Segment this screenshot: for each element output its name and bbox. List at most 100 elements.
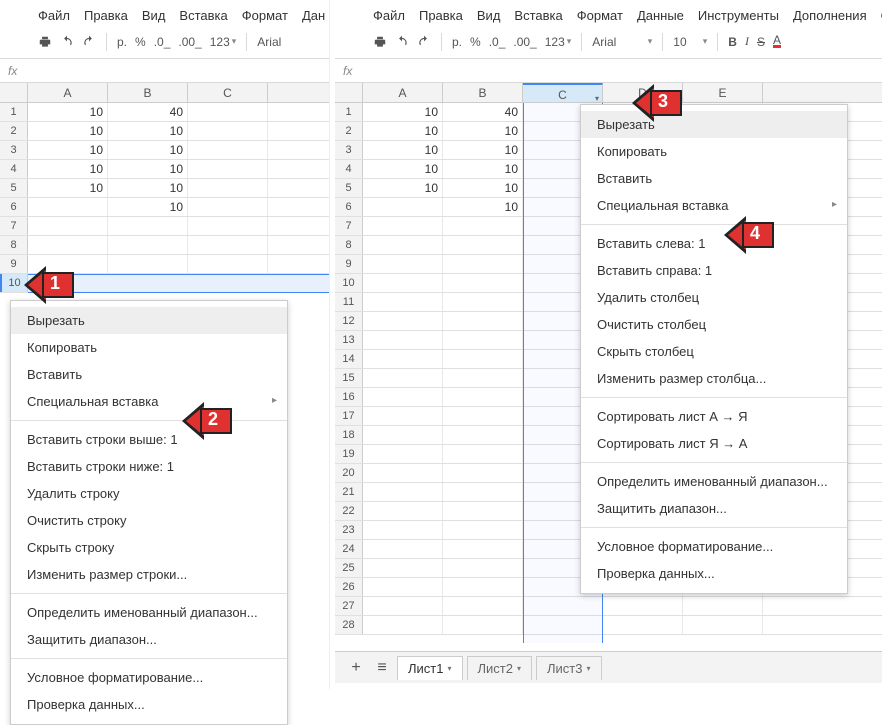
cell[interactable]: 10 (363, 160, 443, 178)
ctx-copy[interactable]: Копировать (11, 334, 287, 361)
row-header-1[interactable]: 1 (335, 103, 363, 121)
ctx-hide-row[interactable]: Скрыть строку (11, 534, 287, 561)
cell[interactable] (188, 217, 268, 235)
ctx-clear-column[interactable]: Очистить столбец (581, 311, 847, 338)
menu-insert[interactable]: Вставка (179, 8, 227, 23)
cell[interactable] (683, 616, 763, 634)
cell[interactable] (443, 350, 523, 368)
row-header-9[interactable]: 9 (335, 255, 363, 273)
row-header-14[interactable]: 14 (335, 350, 363, 368)
cell[interactable] (443, 540, 523, 558)
row-header-22[interactable]: 22 (335, 502, 363, 520)
cell[interactable] (363, 464, 443, 482)
row-header-4[interactable]: 4 (335, 160, 363, 178)
cell[interactable] (28, 236, 108, 254)
cell[interactable] (28, 217, 108, 235)
ctx-conditional-format[interactable]: Условное форматирование... (11, 664, 287, 691)
ctx-insert-rows-below[interactable]: Вставить строки ниже: 1 (11, 453, 287, 480)
cell[interactable] (443, 217, 523, 235)
row-header-26[interactable]: 26 (335, 578, 363, 596)
cell[interactable] (363, 255, 443, 273)
ctx-delete-column[interactable]: Удалить столбец (581, 284, 847, 311)
row-header-5[interactable]: 5 (0, 179, 28, 197)
cell[interactable] (363, 445, 443, 463)
ctx-insert-left[interactable]: Вставить слева: 1 (581, 230, 847, 257)
cell[interactable] (28, 255, 108, 273)
row-header-8[interactable]: 8 (335, 236, 363, 254)
cell[interactable] (188, 141, 268, 159)
row-header-28[interactable]: 28 (335, 616, 363, 634)
cell[interactable]: 10 (443, 198, 523, 216)
row-header-8[interactable]: 8 (0, 236, 28, 254)
cell[interactable]: 10 (28, 141, 108, 159)
cell[interactable] (363, 407, 443, 425)
percent-format[interactable]: % (470, 35, 481, 49)
ctx-conditional-format[interactable]: Условное форматирование... (581, 533, 847, 560)
row-header-23[interactable]: 23 (335, 521, 363, 539)
currency-format[interactable]: р. (452, 35, 462, 49)
row-header-12[interactable]: 12 (335, 312, 363, 330)
cell[interactable] (188, 122, 268, 140)
cell[interactable] (108, 255, 188, 273)
cell[interactable] (363, 274, 443, 292)
menu-edit[interactable]: Правка (419, 8, 463, 23)
menu-tools[interactable]: Инструменты (698, 8, 779, 23)
cell[interactable] (443, 369, 523, 387)
row-header-2[interactable]: 2 (0, 122, 28, 140)
cell[interactable] (363, 521, 443, 539)
cell[interactable] (188, 198, 268, 216)
row-header-21[interactable]: 21 (335, 483, 363, 501)
row-header-13[interactable]: 13 (335, 331, 363, 349)
cell[interactable] (363, 502, 443, 520)
row-header-3[interactable]: 3 (0, 141, 28, 159)
sheet-tab-3[interactable]: Лист3▾ (536, 656, 602, 680)
cell[interactable] (363, 616, 443, 634)
cell[interactable]: 10 (443, 160, 523, 178)
cell[interactable]: 10 (28, 179, 108, 197)
cell[interactable] (443, 274, 523, 292)
cell[interactable] (443, 597, 523, 615)
ctx-named-range[interactable]: Определить именованный диапазон... (581, 468, 847, 495)
all-sheets-button[interactable]: ≡ (371, 659, 393, 677)
cell[interactable]: 10 (363, 103, 443, 121)
row-header-7[interactable]: 7 (335, 217, 363, 235)
tab-dropdown-icon[interactable]: ▾ (586, 664, 590, 673)
cell[interactable] (28, 274, 108, 292)
cell[interactable] (443, 426, 523, 444)
ctx-cut[interactable]: Вырезать (581, 111, 847, 138)
col-header-d[interactable]: D (603, 83, 683, 102)
menu-view[interactable]: Вид (142, 8, 166, 23)
cell[interactable] (363, 331, 443, 349)
cell[interactable] (363, 540, 443, 558)
print-icon[interactable] (38, 35, 52, 49)
cell[interactable]: 10 (108, 160, 188, 178)
cell[interactable] (188, 255, 268, 273)
ctx-paste-special[interactable]: Специальная вставка▸ (11, 388, 287, 415)
cell[interactable] (443, 255, 523, 273)
text-color-button[interactable]: A (773, 35, 781, 48)
cell[interactable]: 10 (443, 122, 523, 140)
font-select[interactable]: Arial▾ (592, 35, 652, 49)
row-header-20[interactable]: 20 (335, 464, 363, 482)
formula-bar[interactable]: fx (335, 59, 882, 83)
col-header-a[interactable]: A (28, 83, 108, 102)
cell[interactable] (443, 483, 523, 501)
cell[interactable] (363, 198, 443, 216)
cell[interactable] (363, 312, 443, 330)
col-header-a[interactable]: A (363, 83, 443, 102)
cell[interactable] (363, 483, 443, 501)
cell[interactable] (363, 350, 443, 368)
cell[interactable] (188, 160, 268, 178)
cell[interactable] (363, 559, 443, 577)
row-header-1[interactable]: 1 (0, 103, 28, 121)
row-header-5[interactable]: 5 (335, 179, 363, 197)
sheet-tab-1[interactable]: Лист1▾ (397, 656, 463, 680)
ctx-insert-rows-above[interactable]: Вставить строки выше: 1 (11, 426, 287, 453)
row-header-6[interactable]: 6 (0, 198, 28, 216)
undo-icon[interactable] (60, 35, 74, 49)
row-header-17[interactable]: 17 (335, 407, 363, 425)
cell[interactable] (108, 217, 188, 235)
ctx-resize-column[interactable]: Изменить размер столбца... (581, 365, 847, 392)
menu-file[interactable]: Файл (38, 8, 70, 23)
print-icon[interactable] (373, 35, 387, 49)
